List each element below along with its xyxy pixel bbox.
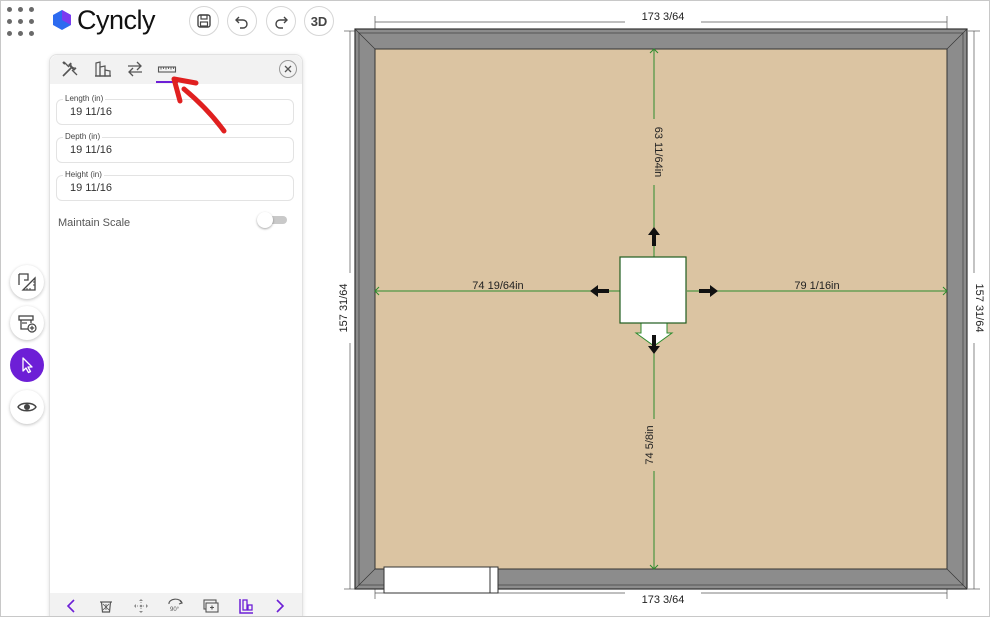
duplicate-icon xyxy=(203,598,219,613)
maintain-scale-toggle[interactable] xyxy=(257,212,287,228)
brand-name: Cyncly xyxy=(77,4,156,35)
tab-swap[interactable] xyxy=(123,58,147,80)
align-button[interactable] xyxy=(235,595,257,617)
height-field[interactable]: Height (in) xyxy=(56,170,294,201)
height-label: Height (in) xyxy=(63,170,104,179)
tab-tools[interactable] xyxy=(58,58,82,80)
redo-icon xyxy=(275,16,288,29)
svg-text:63 11/64in: 63 11/64in xyxy=(652,127,664,178)
floorplan-measure-icon xyxy=(18,273,36,291)
add-cabinet-button[interactable] xyxy=(10,306,44,340)
view-eye-icon xyxy=(17,402,37,412)
swap-icon xyxy=(128,61,142,77)
right-dimension-label: 157 31/64 xyxy=(973,284,985,333)
tab-material[interactable] xyxy=(91,58,115,80)
measure-label-right: 79 1/16in xyxy=(794,280,839,292)
close-panel-button[interactable] xyxy=(279,60,297,78)
save-button[interactable] xyxy=(189,6,219,36)
svg-text:90°: 90° xyxy=(170,607,180,613)
move-icon xyxy=(134,598,149,613)
select-tool-button[interactable] xyxy=(10,348,44,382)
top-dimension: 173 3/64 xyxy=(374,9,948,29)
view-3d-button[interactable]: 3D xyxy=(304,6,334,36)
svg-text:79 1/16in: 79 1/16in xyxy=(794,280,839,292)
view-button[interactable] xyxy=(10,390,44,424)
material-icon xyxy=(95,61,111,77)
brand-mark-icon xyxy=(53,10,71,30)
select-pointer-icon xyxy=(22,357,33,374)
prev-chevron-icon xyxy=(67,598,75,613)
left-dimension-label: 157 31/64 xyxy=(338,284,350,333)
properties-panel: Length (in) Depth (in) Height (in) Maint… xyxy=(49,54,303,617)
tools-icon xyxy=(62,61,78,77)
align-icon xyxy=(238,598,253,614)
undo-icon xyxy=(235,16,248,29)
right-dimension: 157 31/64 xyxy=(968,30,985,590)
redo-button[interactable] xyxy=(266,6,296,36)
depth-input[interactable] xyxy=(70,144,270,156)
depth-label: Depth (in) xyxy=(63,132,103,141)
move-button[interactable] xyxy=(130,595,152,617)
measure-label-down: 74 5/8in xyxy=(643,419,657,471)
duplicate-button[interactable] xyxy=(200,595,222,617)
top-dimension-label: 173 3/64 xyxy=(642,11,685,23)
save-icon xyxy=(197,14,211,28)
close-icon xyxy=(284,65,292,73)
apps-grid-icon[interactable] xyxy=(7,7,37,37)
height-input[interactable] xyxy=(70,182,270,194)
delete-icon xyxy=(100,600,113,613)
bottom-dimension-label: 173 3/64 xyxy=(642,594,685,606)
annotation-arrow-icon xyxy=(171,76,227,134)
brand-logo: Cyncly xyxy=(51,4,156,35)
prev-button[interactable] xyxy=(60,595,82,617)
maintain-scale-label: Maintain Scale xyxy=(58,217,131,229)
door-element[interactable] xyxy=(383,566,499,594)
app-window: Cyncly 3D Length (in) 19 11/16 Depth (in… xyxy=(0,0,990,617)
measure-label-left: 74 19/64in xyxy=(472,280,523,292)
svg-text:74 5/8in: 74 5/8in xyxy=(644,425,656,464)
add-cabinet-icon xyxy=(18,315,37,333)
depth-field[interactable]: Depth (in) xyxy=(56,132,294,163)
left-dimension: 157 31/64 xyxy=(337,30,356,590)
measure-label-up: 63 11/64in xyxy=(649,119,664,185)
rotate-icon: 90° xyxy=(168,598,183,613)
panel-footer-toolbar: 90° xyxy=(50,593,302,617)
floor-plan-canvas[interactable]: 173 3/64 173 3/64 157 31/64 157 31/64 63… xyxy=(331,1,990,617)
next-chevron-icon xyxy=(276,598,285,613)
delete-button[interactable] xyxy=(95,595,117,617)
next-button[interactable] xyxy=(269,595,291,617)
length-label: Length (in) xyxy=(63,94,106,103)
floorplan-measure-button[interactable] xyxy=(10,265,44,299)
undo-button[interactable] xyxy=(227,6,257,36)
rotate-button[interactable]: 90° xyxy=(165,595,187,617)
svg-text:74 19/64in: 74 19/64in xyxy=(472,280,523,292)
